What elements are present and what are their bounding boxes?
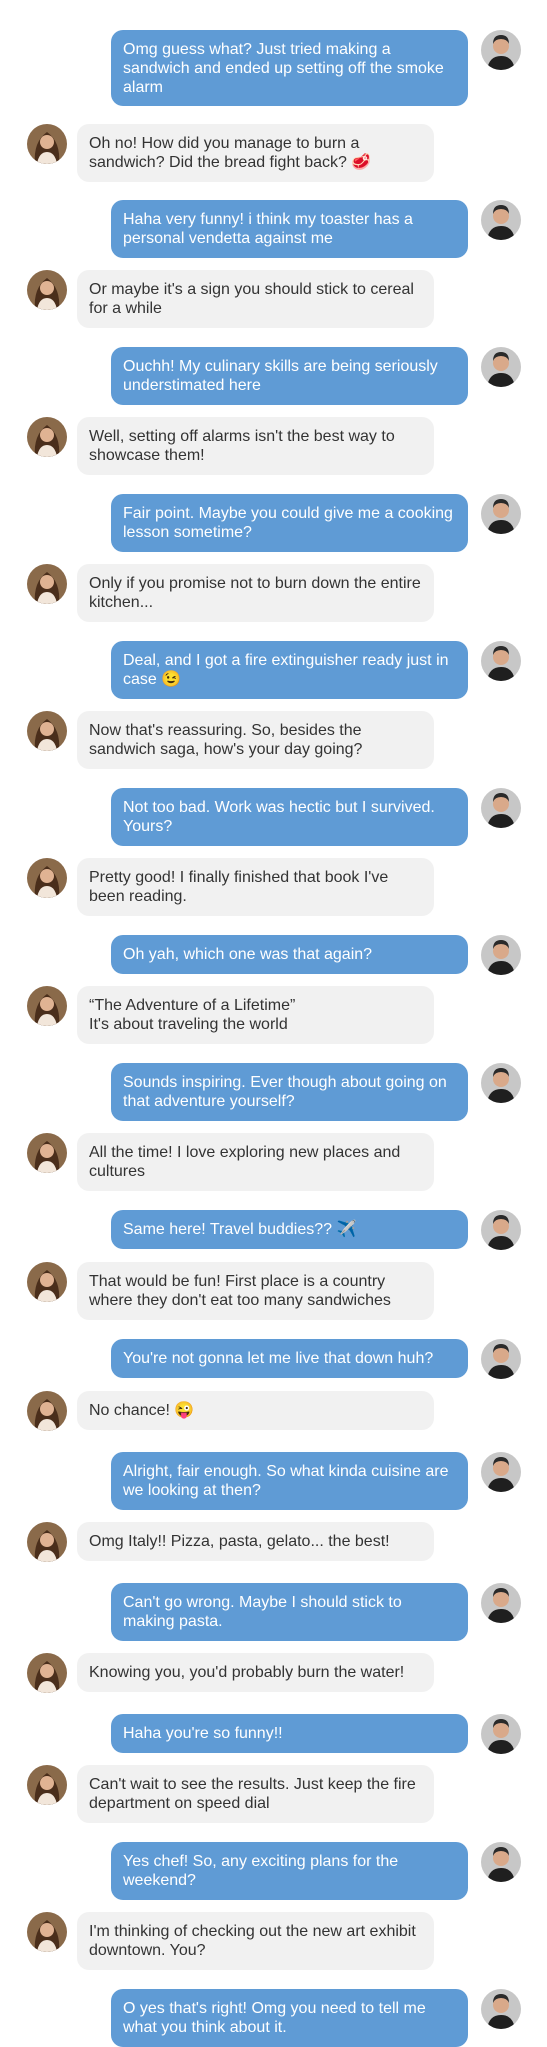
received-message-bubble[interactable]: Or maybe it's a sign you should stick to… [77, 270, 434, 328]
female-avatar-icon[interactable] [27, 124, 67, 164]
female-avatar-icon[interactable] [27, 1133, 67, 1173]
male-avatar-icon[interactable] [481, 494, 521, 534]
received-message-bubble[interactable]: Pretty good! I finally finished that boo… [77, 858, 434, 916]
received-message-bubble[interactable]: Oh no! How did you manage to burn a sand… [77, 124, 434, 182]
female-avatar-icon[interactable] [27, 270, 67, 310]
message-row: Sounds inspiring. Ever though about goin… [0, 1063, 547, 1121]
message-row: Can't wait to see the results. Just keep… [0, 1765, 547, 1823]
message-row: You're not gonna let me live that down h… [0, 1339, 547, 1379]
female-avatar-icon[interactable] [27, 1522, 67, 1562]
message-row: Ouchh! My culinary skills are being seri… [0, 347, 547, 405]
male-avatar-icon[interactable] [481, 30, 521, 70]
male-avatar-icon[interactable] [481, 1989, 521, 2029]
sent-message-bubble[interactable]: Alright, fair enough. So what kinda cuis… [111, 1452, 468, 1510]
received-message-bubble[interactable]: Can't wait to see the results. Just keep… [77, 1765, 434, 1823]
male-avatar-icon[interactable] [481, 200, 521, 240]
female-avatar-icon[interactable] [27, 986, 67, 1026]
message-row: Oh yah, which one was that again? [0, 935, 547, 975]
received-message-bubble[interactable]: Only if you promise not to burn down the… [77, 564, 434, 622]
sent-message-bubble[interactable]: Same here! Travel buddies?? ✈️ [111, 1210, 468, 1249]
received-message-bubble[interactable]: Now that's reassuring. So, besides the s… [77, 711, 434, 769]
sent-message-bubble[interactable]: Not too bad. Work was hectic but I survi… [111, 788, 468, 846]
sent-message-bubble[interactable]: Ouchh! My culinary skills are being seri… [111, 347, 468, 405]
sent-message-bubble[interactable]: Deal, and I got a fire extinguisher read… [111, 641, 468, 699]
message-row: Omg Italy!! Pizza, pasta, gelato... the … [0, 1522, 547, 1562]
message-row: Only if you promise not to burn down the… [0, 564, 547, 622]
sent-message-bubble[interactable]: Fair point. Maybe you could give me a co… [111, 494, 468, 552]
male-avatar-icon[interactable] [481, 347, 521, 387]
female-avatar-icon[interactable] [27, 1262, 67, 1302]
sent-message-bubble[interactable]: Haha you're so funny!! [111, 1714, 468, 1753]
received-message-bubble[interactable]: All the time! I love exploring new place… [77, 1133, 434, 1191]
message-row: No chance! 😜 [0, 1391, 547, 1431]
female-avatar-icon[interactable] [27, 1391, 67, 1431]
message-row: All the time! I love exploring new place… [0, 1133, 547, 1191]
received-message-bubble[interactable]: Well, setting off alarms isn't the best … [77, 417, 434, 475]
received-message-bubble[interactable]: Omg Italy!! Pizza, pasta, gelato... the … [77, 1522, 434, 1561]
message-row: That would be fun! First place is a coun… [0, 1262, 547, 1320]
chat-thread: Omg guess what? Just tried making a sand… [0, 0, 547, 2047]
message-row: Now that's reassuring. So, besides the s… [0, 711, 547, 769]
female-avatar-icon[interactable] [27, 1765, 67, 1805]
male-avatar-icon[interactable] [481, 1063, 521, 1103]
sent-message-bubble[interactable]: O yes that's right! Omg you need to tell… [111, 1989, 468, 2047]
message-row: Can't go wrong. Maybe I should stick to … [0, 1583, 547, 1641]
sent-message-bubble[interactable]: Sounds inspiring. Ever though about goin… [111, 1063, 468, 1121]
sent-message-bubble[interactable]: You're not gonna let me live that down h… [111, 1339, 468, 1378]
message-row: Knowing you, you'd probably burn the wat… [0, 1653, 547, 1693]
male-avatar-icon[interactable] [481, 788, 521, 828]
male-avatar-icon[interactable] [481, 1210, 521, 1250]
male-avatar-icon[interactable] [481, 1452, 521, 1492]
male-avatar-icon[interactable] [481, 1583, 521, 1623]
message-row: Haha you're so funny!! [0, 1714, 547, 1754]
female-avatar-icon[interactable] [27, 858, 67, 898]
message-row: Pretty good! I finally finished that boo… [0, 858, 547, 916]
message-row: Well, setting off alarms isn't the best … [0, 417, 547, 475]
message-row: Haha very funny! i think my toaster has … [0, 200, 547, 258]
sent-message-bubble[interactable]: Oh yah, which one was that again? [111, 935, 468, 974]
message-row: Alright, fair enough. So what kinda cuis… [0, 1452, 547, 1510]
sent-message-bubble[interactable]: Can't go wrong. Maybe I should stick to … [111, 1583, 468, 1641]
message-row: Deal, and I got a fire extinguisher read… [0, 641, 547, 699]
female-avatar-icon[interactable] [27, 1653, 67, 1693]
message-row: Fair point. Maybe you could give me a co… [0, 494, 547, 552]
received-message-bubble[interactable]: Knowing you, you'd probably burn the wat… [77, 1653, 434, 1692]
message-row: Or maybe it's a sign you should stick to… [0, 270, 547, 328]
received-message-bubble[interactable]: No chance! 😜 [77, 1391, 434, 1430]
message-row: I'm thinking of checking out the new art… [0, 1912, 547, 1970]
message-row: Yes chef! So, any exciting plans for the… [0, 1842, 547, 1900]
sent-message-bubble[interactable]: Haha very funny! i think my toaster has … [111, 200, 468, 258]
message-row: “The Adventure of a Lifetime” It's about… [0, 986, 547, 1044]
female-avatar-icon[interactable] [27, 1912, 67, 1952]
sent-message-bubble[interactable]: Yes chef! So, any exciting plans for the… [111, 1842, 468, 1900]
received-message-bubble[interactable]: That would be fun! First place is a coun… [77, 1262, 434, 1320]
female-avatar-icon[interactable] [27, 711, 67, 751]
received-message-bubble[interactable]: I'm thinking of checking out the new art… [77, 1912, 434, 1970]
message-row: O yes that's right! Omg you need to tell… [0, 1989, 547, 2047]
sent-message-bubble[interactable]: Omg guess what? Just tried making a sand… [111, 30, 468, 106]
message-row: Oh no! How did you manage to burn a sand… [0, 124, 547, 182]
male-avatar-icon[interactable] [481, 1714, 521, 1754]
message-row: Same here! Travel buddies?? ✈️ [0, 1210, 547, 1250]
male-avatar-icon[interactable] [481, 641, 521, 681]
male-avatar-icon[interactable] [481, 1339, 521, 1379]
female-avatar-icon[interactable] [27, 417, 67, 457]
received-message-bubble[interactable]: “The Adventure of a Lifetime” It's about… [77, 986, 434, 1044]
message-row: Not too bad. Work was hectic but I survi… [0, 788, 547, 846]
male-avatar-icon[interactable] [481, 1842, 521, 1882]
female-avatar-icon[interactable] [27, 564, 67, 604]
male-avatar-icon[interactable] [481, 935, 521, 975]
message-row: Omg guess what? Just tried making a sand… [0, 30, 547, 106]
